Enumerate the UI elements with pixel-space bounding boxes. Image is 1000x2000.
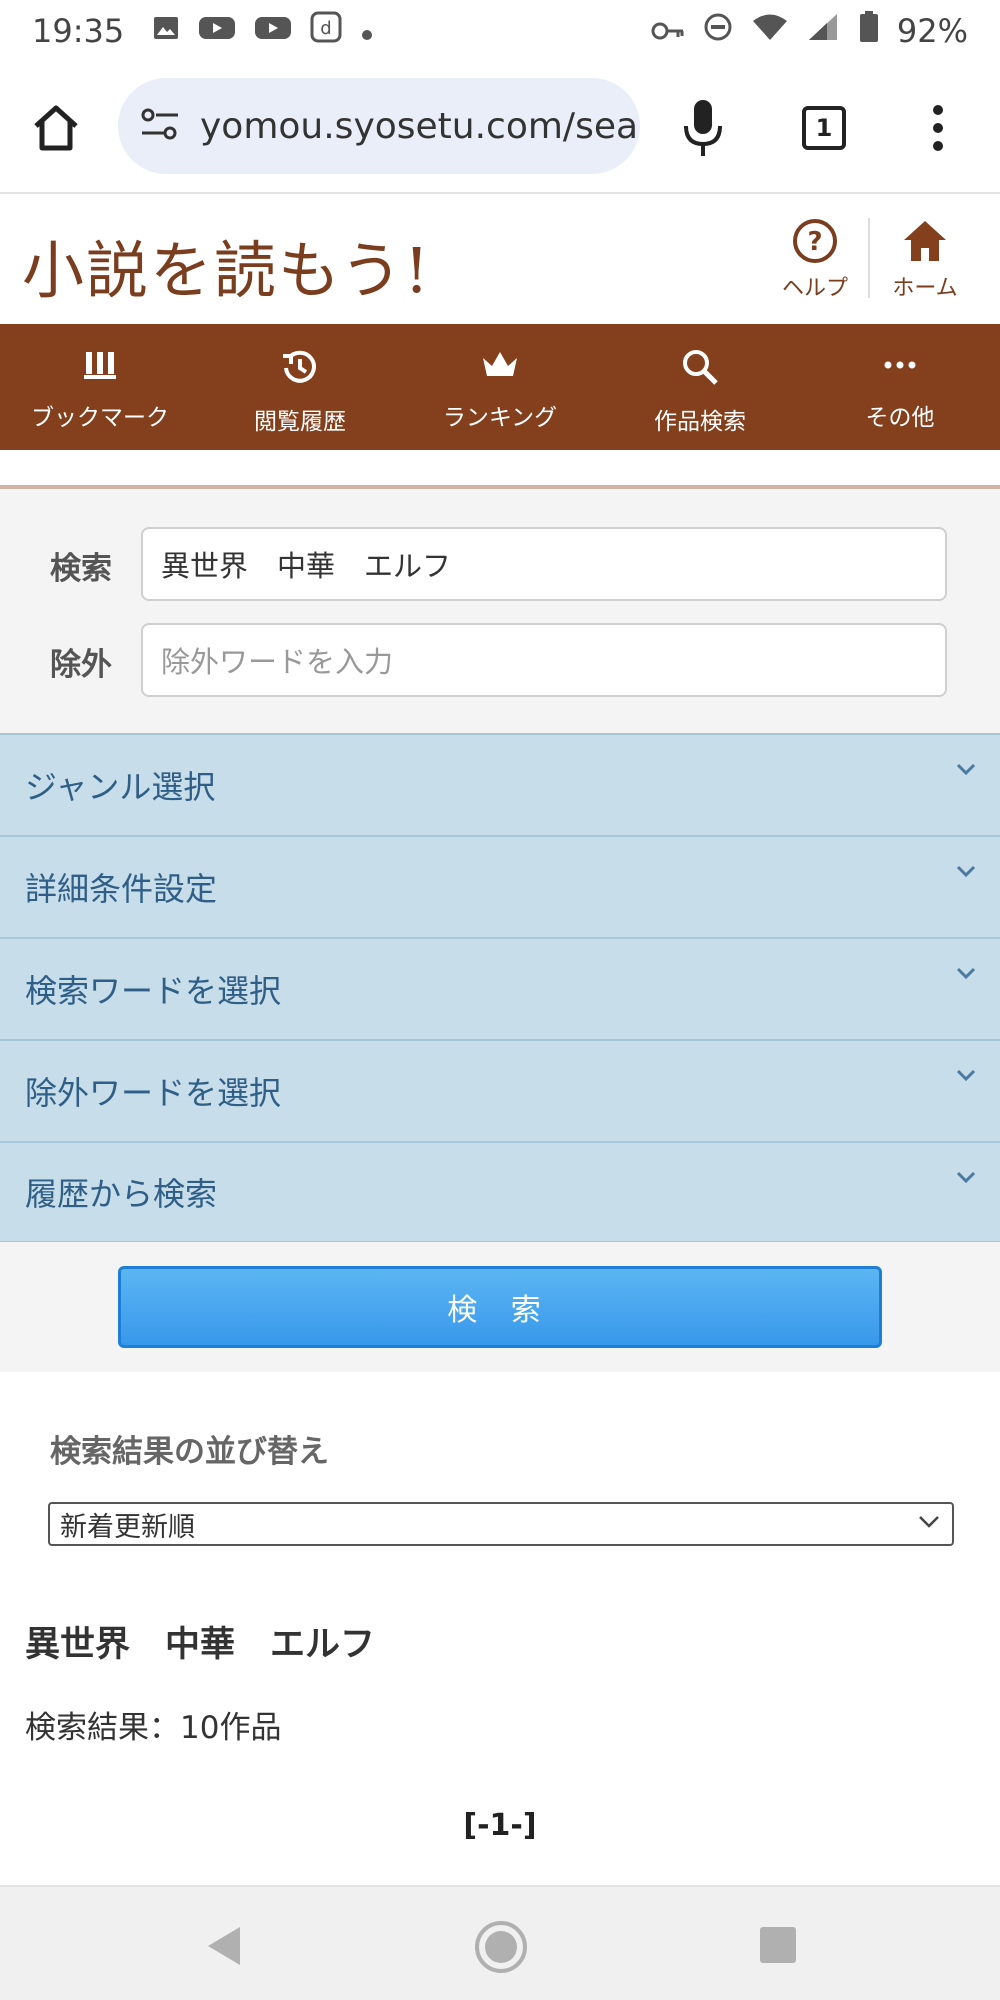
wifi-icon (751, 12, 789, 50)
url-bar[interactable]: yomou.syosetu.com/sea (118, 78, 640, 174)
vpn-key-icon (651, 12, 685, 50)
site-settings-icon[interactable] (140, 106, 180, 146)
bookmark-icon (84, 352, 116, 379)
home-circle-icon[interactable] (474, 1920, 528, 1978)
system-navigation-bar (0, 1885, 1000, 2000)
nav-more[interactable]: その他 (800, 324, 1000, 450)
nav-ranking-label: ランキング (442, 405, 558, 431)
accordion-genre[interactable]: ジャンル選択 (0, 733, 1000, 835)
accordion-exclude-words-label: 除外ワードを選択 (25, 1074, 282, 1112)
sort-select[interactable]: 新着更新順 (48, 1502, 954, 1546)
d-app-icon: d (310, 11, 342, 51)
home-icon[interactable] (30, 102, 82, 158)
exclude-label: 除外 (50, 647, 112, 683)
url-text: yomou.syosetu.com/sea (200, 105, 639, 147)
accordion-search-words[interactable]: 検索ワードを選択 (0, 937, 1000, 1039)
header-divider (868, 218, 870, 298)
svg-text:?: ? (807, 227, 822, 257)
accordion-detail-label: 詳細条件設定 (25, 870, 218, 908)
results-count: 検索結果：10作品 (25, 1710, 282, 1746)
spacer (0, 450, 1000, 486)
nav-bookmark-label: ブックマーク (31, 405, 169, 431)
accordion-history-label: 履歴から検索 (25, 1175, 218, 1213)
main-nav: ブックマーク 閲覧履歴 ランキング 作品検索 その他 (0, 324, 1000, 450)
exclude-input[interactable]: 除外ワードを入力 (141, 623, 947, 697)
accordion-history-search[interactable]: 履歴から検索 (0, 1141, 1000, 1243)
search-button[interactable]: 検 索 (118, 1266, 882, 1348)
site-header: 小説を読もう! ? ヘルプ ホーム (0, 196, 1000, 324)
sort-label: 検索結果の並び替え (50, 1434, 329, 1470)
battery-icon (859, 11, 879, 51)
accordion-search-words-label: 検索ワードを選択 (25, 972, 282, 1010)
back-icon[interactable] (202, 1923, 244, 1973)
history-icon (283, 350, 316, 383)
search-form: 検索 異世界 中華 エルフ 除外 除外ワードを入力 (0, 489, 1000, 733)
results-query-title: 異世界 中華 エルフ (25, 1625, 376, 1665)
recents-icon[interactable] (758, 1925, 798, 1969)
youtube-icon (198, 12, 236, 50)
more-icon (884, 361, 916, 369)
dnd-icon (703, 12, 733, 50)
house-icon (904, 221, 946, 261)
crown-icon (483, 352, 517, 376)
nav-more-label: その他 (865, 405, 935, 431)
search-options-accordion: ジャンル選択 詳細条件設定 検索ワードを選択 除外ワードを選択 履歴から検索 (0, 733, 1000, 1243)
image-icon (152, 12, 180, 50)
chevron-down-icon (956, 1065, 976, 1086)
accordion-detail-conditions[interactable]: 詳細条件設定 (0, 835, 1000, 937)
signal-icon (807, 12, 841, 50)
menu-icon[interactable] (930, 102, 946, 158)
search-input[interactable]: 異世界 中華 エルフ (141, 527, 947, 601)
chevron-down-icon (956, 759, 976, 780)
status-time: 19:35 (32, 12, 125, 50)
nav-history[interactable]: 閲覧履歴 (200, 324, 400, 450)
pagination[interactable]: [-1-] (0, 1808, 1000, 1843)
svg-text:d: d (321, 18, 332, 39)
nav-history-label: 閲覧履歴 (254, 409, 346, 435)
status-bar: 19:35 d 92% (0, 0, 1000, 62)
chevron-down-icon (956, 1167, 976, 1188)
accordion-genre-label: ジャンル選択 (25, 768, 216, 806)
tab-count: 1 (815, 114, 833, 142)
nav-search[interactable]: 作品検索 (600, 324, 800, 450)
tab-switcher-button[interactable]: 1 (802, 106, 846, 150)
chevron-down-icon (956, 963, 976, 984)
nav-bookmark[interactable]: ブックマーク (0, 324, 200, 450)
help-label: ヘルプ (781, 276, 848, 301)
help-link[interactable]: ? ヘルプ (770, 218, 860, 302)
help-icon: ? (793, 219, 837, 263)
accordion-exclude-words[interactable]: 除外ワードを選択 (0, 1039, 1000, 1141)
nav-ranking[interactable]: ランキング (400, 324, 600, 450)
battery-percent: 92% (896, 12, 968, 50)
home-link[interactable]: ホーム (880, 218, 970, 302)
home-label: ホーム (892, 276, 958, 301)
microphone-icon[interactable] (680, 98, 726, 162)
search-input-value: 異世界 中華 エルフ (161, 549, 452, 583)
site-logo[interactable]: 小説を読もう! (22, 220, 431, 310)
chevron-down-icon (918, 1510, 940, 1534)
nav-search-label: 作品検索 (654, 409, 746, 435)
sort-select-value: 新着更新順 (60, 1511, 195, 1543)
chevron-down-icon (956, 861, 976, 882)
dot-icon (360, 12, 374, 50)
exclude-input-placeholder: 除外ワードを入力 (161, 645, 394, 679)
search-label: 検索 (50, 551, 112, 587)
youtube-icon (254, 12, 292, 50)
browser-toolbar: yomou.syosetu.com/sea 1 (0, 62, 1000, 194)
search-icon (683, 350, 718, 385)
